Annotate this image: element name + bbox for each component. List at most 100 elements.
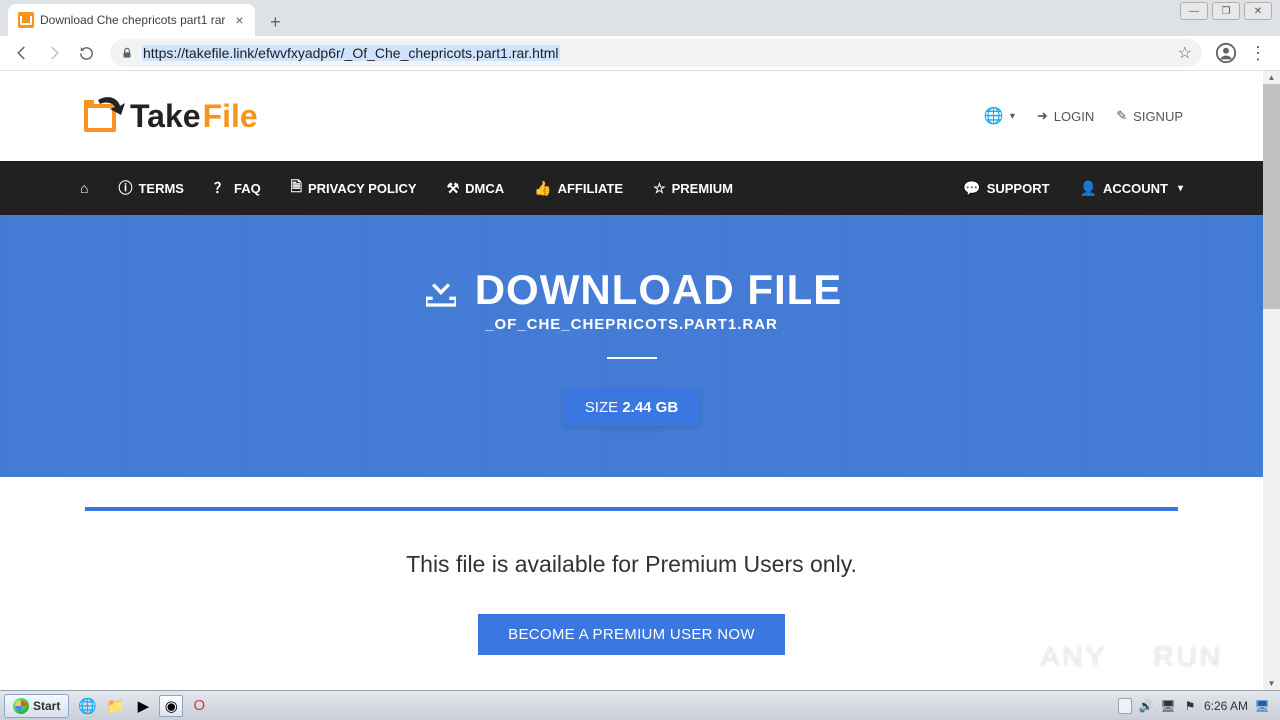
lock-icon xyxy=(120,46,134,60)
nav-dmca-label: DMCA xyxy=(465,181,504,196)
windows-taskbar: Start 🌐 📁 ▶ ◉ O 🔊 🖥 ⚑ 6:26 AM 🖥 xyxy=(0,690,1280,720)
reload-button[interactable] xyxy=(72,39,100,67)
tab-title: Download Che chepricots part1 rar xyxy=(40,13,225,27)
taskbar-explorer-icon[interactable]: 📁 xyxy=(103,695,127,717)
reload-icon xyxy=(78,45,95,62)
nav-terms[interactable]: ⓘ TERMS xyxy=(118,178,184,198)
star-icon: ☆ xyxy=(653,180,666,197)
hero-title-text: DOWNLOAD FILE xyxy=(475,266,843,314)
gavel-icon: ⚒ xyxy=(447,180,460,197)
browser-tab[interactable]: Download Che chepricots part1 rar × xyxy=(8,4,255,36)
bookmark-star-icon[interactable]: ☆ xyxy=(1178,43,1192,63)
globe-icon: 🌐 xyxy=(984,106,1004,126)
browser-menu-button[interactable]: ⋮ xyxy=(1244,39,1272,67)
browser-chrome: Download Che chepricots part1 rar × + — … xyxy=(0,0,1280,71)
login-link[interactable]: ➜ LOGIN xyxy=(1037,108,1094,124)
profile-icon xyxy=(1215,42,1237,64)
nav-privacy-label: PRIVACY POLICY xyxy=(308,181,417,196)
tab-favicon-icon xyxy=(18,12,34,28)
tab-close-icon[interactable]: × xyxy=(231,12,247,28)
user-icon: 👤 xyxy=(1080,180,1097,197)
scrollbar-track[interactable]: ▲ ▼ xyxy=(1263,71,1280,690)
forward-button[interactable] xyxy=(40,39,68,67)
signup-icon: ✎ xyxy=(1116,108,1127,124)
url-bar[interactable]: https://takefile.link/efwvfxyadp6r/_Of_C… xyxy=(110,39,1202,67)
page-viewport: TakeFile 🌐 ▾ ➜ LOGIN ✎ SIGNUP ⌂ xyxy=(0,71,1280,690)
nav-support-label: SUPPORT xyxy=(987,181,1050,196)
signup-label: SIGNUP xyxy=(1133,109,1183,124)
back-button[interactable] xyxy=(8,39,36,67)
logo-icon xyxy=(80,96,128,136)
taskbar-media-icon[interactable]: ▶ xyxy=(131,695,155,717)
hero-section: DOWNLOAD FILE _OF_CHE_CHEPRICOTS.PART1.R… xyxy=(0,215,1263,477)
arrow-left-icon xyxy=(13,44,31,62)
scrollbar-thumb[interactable] xyxy=(1263,84,1280,309)
become-premium-button[interactable]: BECOME A PREMIUM USER NOW xyxy=(478,614,785,655)
tab-strip: Download Che chepricots part1 rar × + — … xyxy=(0,0,1280,36)
download-icon xyxy=(421,270,461,310)
logo-text-1: Take xyxy=(130,98,201,135)
content-area: This file is available for Premium Users… xyxy=(0,477,1263,690)
tray-monitor-icon[interactable]: 🖥 xyxy=(1254,698,1270,714)
login-icon: ➜ xyxy=(1037,108,1048,124)
hero-divider xyxy=(607,357,657,359)
system-tray: 🔊 🖥 ⚑ 6:26 AM 🖥 xyxy=(1112,698,1276,714)
site-header: TakeFile 🌐 ▾ ➜ LOGIN ✎ SIGNUP xyxy=(0,71,1263,161)
nav-account[interactable]: 👤 ACCOUNT ▾ xyxy=(1080,180,1183,197)
thumbs-up-icon: 👍 xyxy=(534,180,551,197)
signup-link[interactable]: ✎ SIGNUP xyxy=(1116,108,1183,124)
profile-button[interactable] xyxy=(1212,39,1240,67)
caret-down-icon: ▾ xyxy=(1178,183,1183,194)
tray-volume-icon[interactable]: 🔊 xyxy=(1138,698,1154,714)
windows-logo-icon xyxy=(13,698,29,714)
start-label: Start xyxy=(33,699,60,713)
taskbar-ie-icon[interactable]: 🌐 xyxy=(75,695,99,717)
premium-message: This file is available for Premium Users… xyxy=(105,551,1158,578)
nav-account-label: ACCOUNT xyxy=(1103,181,1168,196)
window-controls: — ❐ ✕ xyxy=(1180,2,1272,20)
nav-affiliate[interactable]: 👍 AFFILIATE xyxy=(534,180,623,197)
nav-dmca[interactable]: ⚒ DMCA xyxy=(447,180,505,197)
chat-icon: 💬 xyxy=(963,180,980,197)
arrow-right-icon xyxy=(45,44,63,62)
window-minimize-icon[interactable]: — xyxy=(1180,2,1208,20)
question-icon: ？ xyxy=(214,178,228,198)
caret-down-icon: ▾ xyxy=(1010,111,1015,122)
taskbar-chrome-icon[interactable]: ◉ xyxy=(159,695,183,717)
info-icon: ⓘ xyxy=(118,178,132,198)
main-navbar: ⌂ ⓘ TERMS ？ FAQ 🗎 PRIVACY POLICY ⚒ DMCA 👍 AFF… xyxy=(0,161,1263,215)
nav-affiliate-label: AFFILIATE xyxy=(558,181,623,196)
taskbar-clock[interactable]: 6:26 AM xyxy=(1204,699,1248,713)
language-selector[interactable]: 🌐 ▾ xyxy=(984,106,1015,126)
logo-text-2: File xyxy=(203,98,258,135)
nav-terms-label: TERMS xyxy=(138,181,184,196)
new-tab-button[interactable]: + xyxy=(261,8,289,36)
size-label: SIZE xyxy=(585,399,618,416)
nav-privacy[interactable]: 🗎 PRIVACY POLICY xyxy=(291,176,417,200)
premium-card: This file is available for Premium Users… xyxy=(85,507,1178,690)
tray-expand-icon[interactable] xyxy=(1118,698,1132,714)
nav-faq-label: FAQ xyxy=(234,181,261,196)
browser-toolbar: https://takefile.link/efwvfxyadp6r/_Of_C… xyxy=(0,36,1280,71)
taskbar-opera-icon[interactable]: O xyxy=(187,695,211,717)
document-icon: 🗎 xyxy=(291,176,302,200)
url-text: https://takefile.link/efwvfxyadp6r/_Of_C… xyxy=(142,45,560,61)
tray-network-icon[interactable]: 🖥 xyxy=(1160,698,1176,714)
file-size-badge: SIZE 2.44 GB xyxy=(563,389,700,426)
scroll-up-icon[interactable]: ▲ xyxy=(1263,71,1280,84)
nav-premium[interactable]: ☆ PREMIUM xyxy=(653,180,733,197)
nav-premium-label: PREMIUM xyxy=(672,181,733,196)
nav-home[interactable]: ⌂ xyxy=(80,180,88,196)
window-maximize-icon[interactable]: ❐ xyxy=(1212,2,1240,20)
site-logo[interactable]: TakeFile xyxy=(80,96,258,136)
tray-flag-icon[interactable]: ⚑ xyxy=(1182,698,1198,714)
window-close-icon[interactable]: ✕ xyxy=(1244,2,1272,20)
hero-filename: _OF_CHE_CHEPRICOTS.PART1.RAR xyxy=(485,316,778,333)
size-value: 2.44 GB xyxy=(622,399,678,416)
start-button[interactable]: Start xyxy=(4,694,69,718)
home-icon: ⌂ xyxy=(80,180,88,196)
nav-faq[interactable]: ？ FAQ xyxy=(214,178,261,198)
scroll-down-icon[interactable]: ▼ xyxy=(1263,677,1280,690)
nav-support[interactable]: 💬 SUPPORT xyxy=(963,180,1049,197)
login-label: LOGIN xyxy=(1054,109,1094,124)
